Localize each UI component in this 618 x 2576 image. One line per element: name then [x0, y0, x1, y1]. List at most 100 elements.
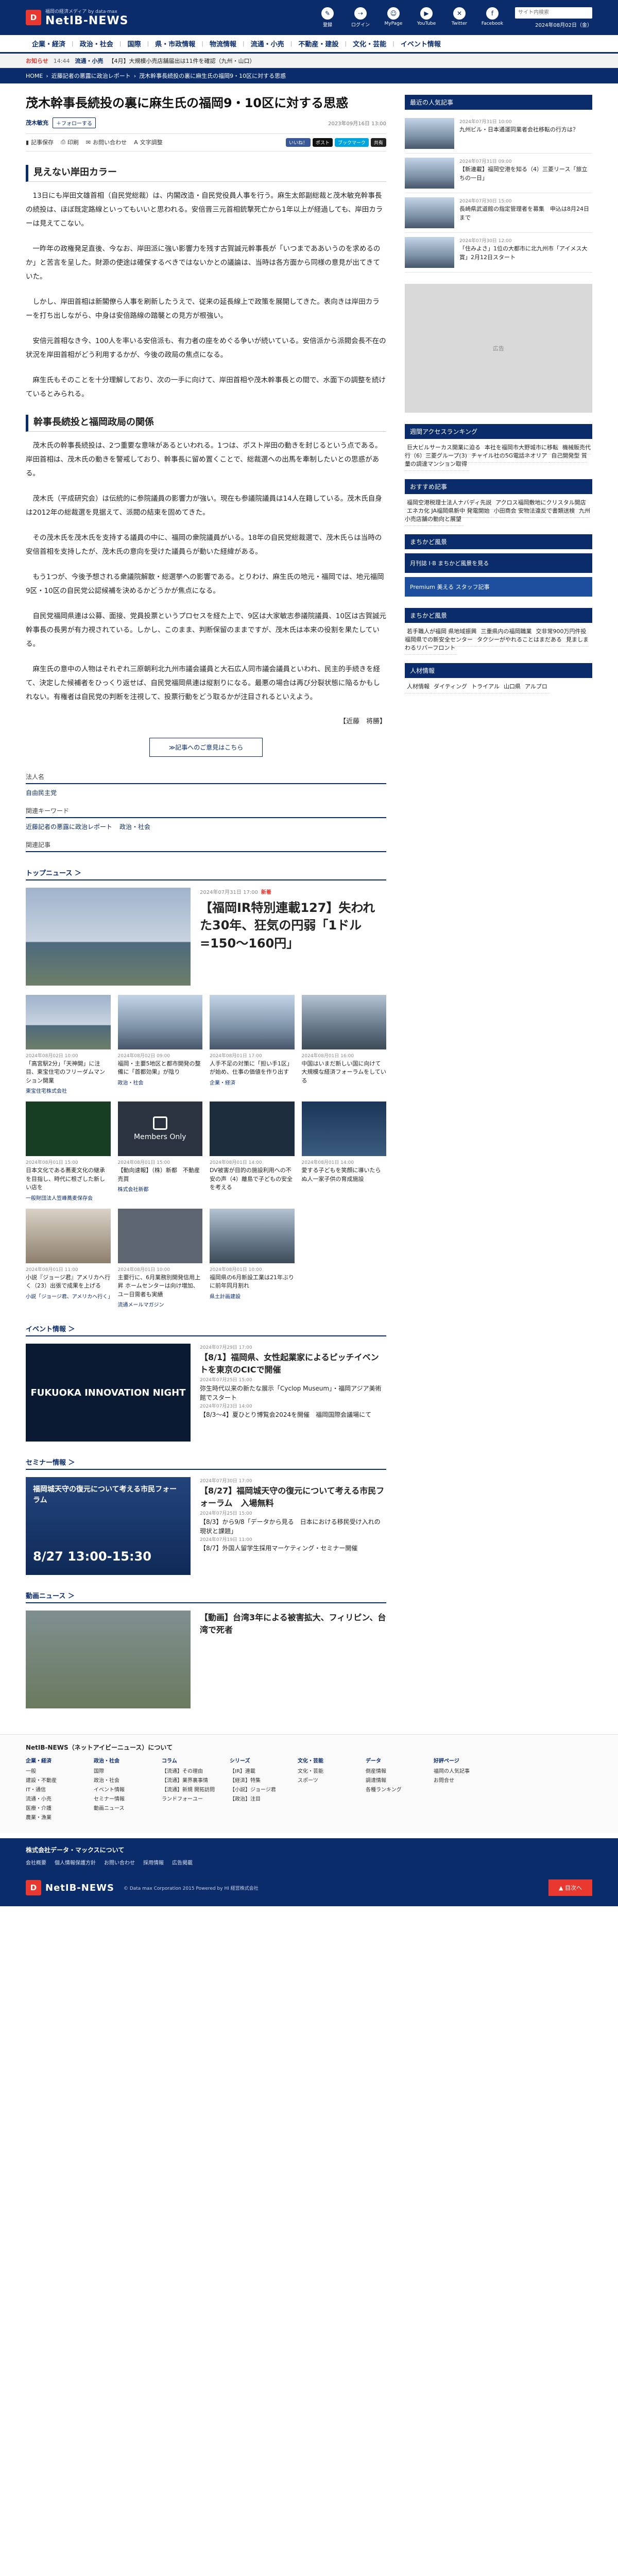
header-icon-link[interactable]: ☺ MyPage [381, 7, 406, 28]
footer-link[interactable]: 【IR】連載 [230, 1767, 286, 1776]
seminar-poster[interactable]: 福岡城天守の復元について考える市民フォーラム 8/27 13:00-15:30 [26, 1477, 191, 1575]
footer-corp-link[interactable]: 採用情報 [143, 1858, 164, 1866]
nav-item[interactable]: 企業・経済 [26, 39, 72, 48]
card-category[interactable]: 小説「ジョージ君、アメリカへ行く」 [26, 1292, 113, 1300]
sidebar-link[interactable]: 小田商会 安物法違反で書類送検 [491, 504, 577, 518]
font-size-button[interactable]: A 文字調整 [134, 138, 163, 146]
nav-item[interactable]: 物流情報 [203, 39, 243, 48]
news-card[interactable]: 2024年08月01日 15:00 日本文化である蕎麦文化の継承を目指し、時代に根… [26, 1101, 111, 1201]
back-to-top-button[interactable]: ▲ 目次へ [548, 1879, 592, 1896]
sidebar-link[interactable]: 山口県 [502, 680, 523, 693]
news-card[interactable] [302, 1209, 387, 1309]
nav-item[interactable]: 文化・芸能 [347, 39, 392, 48]
news-card[interactable]: 2024年08月02日 10:00 「高宮駅2分」「天神開」に注目、東宝住宅のフリ… [26, 994, 111, 1094]
footer-link[interactable]: 流通・小売 [26, 1795, 82, 1804]
header-icon-link[interactable]: ✎ 登録 [315, 7, 340, 28]
footer-link[interactable]: 【経済】特集 [230, 1776, 286, 1786]
popular-item[interactable]: 2024年07月31日 10:00 九州ビル・日本通運同業者会社移転の行方は？ [405, 114, 592, 154]
header-icon-link[interactable]: f Facebook [480, 7, 505, 28]
breadcrumb-home[interactable]: HOME [26, 73, 43, 79]
news-card[interactable]: 2024年08月01日 10:00 福岡県の6月新設工業は21年ぶりに前年同月割れ… [210, 1208, 295, 1309]
nav-item[interactable]: 県・市政情報 [149, 39, 201, 48]
ticker-link[interactable]: 【4月】大規模小売店舗届出は11件を確認（九州・山口） [108, 57, 255, 65]
video-heading[interactable]: 動画ニュース ＞ [26, 1590, 386, 1604]
sidebar-link[interactable]: トライアル [469, 680, 502, 693]
footer-column-heading[interactable]: 好評ページ [434, 1757, 490, 1766]
footer-link[interactable]: 倒産情報 [366, 1767, 422, 1776]
site-search-input[interactable] [515, 7, 592, 19]
footer-link[interactable]: 【流通】新規 開拓訪問 [162, 1786, 218, 1795]
save-article-button[interactable]: ▮ 記事保存 [26, 138, 54, 146]
header-icon-link[interactable]: ▶ YouTube [414, 7, 439, 28]
list-item[interactable]: 2024年07月29日 17:00 【8/1】福岡県、女性起業家によるピッチイベン… [200, 1344, 386, 1377]
nav-item[interactable]: 不動産・建設 [292, 39, 345, 48]
seminars-heading[interactable]: セミナー情報 ＞ [26, 1457, 386, 1470]
sidebar-link[interactable]: タクシーがやれることはまだある [475, 633, 564, 647]
nav-item[interactable]: イベント情報 [394, 39, 447, 48]
footer-link[interactable]: 【流通】業界裏事情 [162, 1776, 218, 1786]
footer-link[interactable]: 【流通】その理由 [162, 1767, 218, 1776]
footer-column-heading[interactable]: シリーズ [230, 1757, 286, 1766]
footer-corp-link[interactable]: 会社概要 [26, 1858, 46, 1866]
top-news-heading[interactable]: トップニュース ＞ [26, 868, 386, 880]
corporation-link[interactable]: 自由民主党 [26, 789, 57, 796]
card-category[interactable]: 株式会社新都 [118, 1185, 203, 1193]
footer-link[interactable]: 調達情報 [366, 1776, 422, 1786]
footer-column-heading[interactable]: コラム [162, 1757, 218, 1766]
news-card[interactable]: 2024年08月01日 11:00 小説『ジョージ君』アメリカへ行く（23）出張で… [26, 1208, 113, 1309]
sidebar-link[interactable]: チャイル社の5G電話ネオリア [469, 449, 550, 463]
news-card[interactable]: 2024年08月01日 14:00 DV被害が目的の施設利用への不安の声（4）離島… [210, 1101, 295, 1201]
x-post-button[interactable]: ポスト [312, 138, 333, 147]
news-card[interactable]: Members Only 2024年08月01日 15:00 【動向速報】（株）新都… [117, 1101, 203, 1201]
list-item[interactable]: 2024年07月19日 11:00 【8/7】外国人留学生採用マーケティング・セミ… [200, 1536, 386, 1553]
feedback-button[interactable]: ≫記事へのご意見はこちら [149, 737, 263, 757]
list-item[interactable]: 2024年07月23日 14:00 【8/3〜4】夏ひとり博覧会2024を開催 福… [200, 1402, 386, 1420]
footer-column-heading[interactable]: 政治・社会 [94, 1757, 150, 1766]
footer-link[interactable]: 【小説】ジョージ君 [230, 1786, 286, 1795]
footer-column-heading[interactable]: 文化・芸能 [298, 1757, 354, 1766]
footer-link[interactable]: 【政治】注目 [230, 1795, 286, 1804]
ticker-tag[interactable]: 流通・小売 [75, 57, 103, 65]
footer-corp-link[interactable]: 広告掲載 [172, 1858, 193, 1866]
video-section[interactable]: 【動画】台湾3年による被害拡大、フィリピン、台湾で死者 [26, 1611, 386, 1709]
nav-item[interactable]: 政治・社会 [74, 39, 119, 48]
breadcrumb-category[interactable]: 近藤記者の悪露に政治レポート [52, 72, 131, 80]
news-card[interactable]: 2024年08月02日 09:00 福岡・主要5地区と都市開発の整備に「首都効果」… [117, 994, 203, 1095]
list-item[interactable]: 2024年07月25日 15:00 弥生時代以来の新たな展示「Cyclop Mus… [200, 1376, 386, 1403]
footer-link[interactable]: お問合せ [434, 1776, 490, 1786]
footer-column-heading[interactable]: データ [366, 1757, 422, 1766]
footer-link[interactable]: IT・通信 [26, 1786, 82, 1795]
card-category[interactable]: 政治・社会 [118, 1078, 203, 1086]
sidebar-link[interactable]: アルプロ [523, 680, 550, 693]
footer-link[interactable]: 各種ランキング [366, 1786, 422, 1795]
footer-link[interactable]: 国際 [94, 1767, 150, 1776]
list-item[interactable]: 2024年07月25日 15:00 【8/3】から9/8「データから見る 日本にお… [200, 1510, 386, 1536]
share-button[interactable]: 共有 [370, 138, 386, 147]
news-card[interactable]: 2024年08月01日 10:00 主要行に、6月業務別開発信用上昇 ホームセンタ… [117, 1208, 202, 1308]
footer-link[interactable]: 政治・社会 [94, 1776, 150, 1786]
top-news-feature[interactable]: 2024年07月31日 17:00 新着 【福岡IR特別連載127】失われた30年… [26, 887, 386, 986]
card-category[interactable]: 一般財団法人笠峰蕎麦保存会 [26, 1194, 111, 1201]
magazine-banner[interactable]: 月刊誌 I·B まちかど風景を見る [405, 553, 592, 573]
header-icon-link[interactable]: ✕ Twitter [447, 7, 472, 28]
popular-item[interactable]: 2024年07月31日 09:00 【新連載】福岡空港を知る（4）三菱リース「旅立… [405, 154, 592, 193]
sidebar-link[interactable]: 人材情報 [405, 680, 432, 693]
footer-link[interactable]: 建設・不動産 [26, 1776, 82, 1786]
event-poster[interactable]: FUKUOKA INNOVATION NIGHT [26, 1344, 191, 1442]
footer-link[interactable]: 一般 [26, 1767, 82, 1776]
keyword-link[interactable]: 近藤記者の悪露に政治レポート [26, 822, 112, 831]
ad-placeholder[interactable]: 広告 [405, 284, 592, 413]
nav-item[interactable]: 流通・小売 [245, 39, 290, 48]
footer-link[interactable]: 文化・芸能 [298, 1767, 354, 1776]
print-button[interactable]: ⎙ 印刷 [61, 138, 79, 146]
list-item[interactable]: 2024年07月30日 17:00 【8/27】福岡城天守の復元について考える市民… [200, 1477, 386, 1510]
footer-link[interactable]: 医療・介護 [26, 1804, 82, 1814]
footer-link[interactable]: イベント情報 [94, 1786, 150, 1795]
footer-column-heading[interactable]: 企業・経済 [26, 1757, 82, 1766]
article-author[interactable]: 茂木敏充 [26, 118, 48, 127]
hatena-bookmark-button[interactable]: ブックマーク [334, 138, 369, 147]
popular-item[interactable]: 2024年07月30日 15:00 長崎県武道館の指定管理者を募集 申込は8月24… [405, 193, 592, 233]
card-category[interactable]: 県土計画建設 [210, 1292, 295, 1300]
news-card[interactable]: 2024年08月01日 16:00 中国はいまだ新しい国に向けて大規模な経済フォー… [301, 994, 386, 1095]
footer-link[interactable]: スポーツ [298, 1776, 354, 1786]
